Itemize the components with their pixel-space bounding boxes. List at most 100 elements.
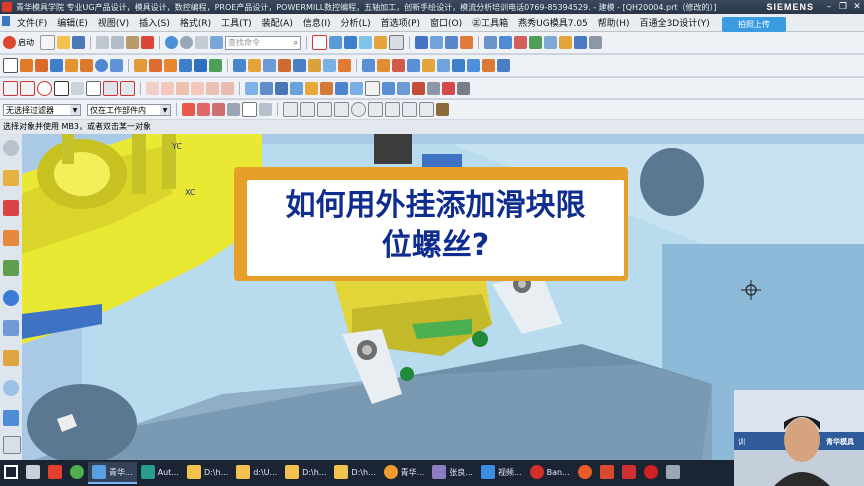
taskbar-item[interactable] [66, 462, 88, 484]
assembly-navigator-icon[interactable] [3, 170, 19, 186]
body-display-icon[interactable] [335, 81, 348, 95]
shaded-view-icon[interactable] [344, 36, 357, 49]
paste-icon[interactable] [126, 36, 139, 49]
taskbar-item[interactable] [596, 462, 618, 484]
rotate-icon[interactable] [445, 36, 458, 49]
measure-icon[interactable] [460, 36, 473, 49]
cut-icon[interactable] [96, 36, 109, 49]
datum-csys-icon[interactable] [275, 81, 288, 95]
taskbar-item[interactable]: d:\U... [232, 462, 281, 484]
sew-icon[interactable] [407, 59, 420, 72]
taskbar-item[interactable]: D:\h... [281, 462, 330, 484]
extrude-icon[interactable] [20, 59, 33, 72]
undo-icon[interactable] [165, 36, 178, 49]
web-browser-icon[interactable] [3, 290, 19, 306]
taskbar-item[interactable] [574, 462, 596, 484]
point-set-icon[interactable] [290, 81, 303, 95]
taskbar-item[interactable]: 视频... [477, 462, 526, 484]
snap-intersection-icon[interactable] [334, 102, 349, 117]
layer-settings-icon[interactable] [484, 36, 497, 49]
assembly-icon[interactable] [559, 36, 572, 49]
snap-point-icon[interactable] [385, 102, 400, 117]
select-all-icon[interactable] [197, 103, 210, 116]
show-hide-icon[interactable] [499, 36, 512, 49]
zoom-icon[interactable] [329, 36, 342, 49]
split-body-icon[interactable] [308, 59, 321, 72]
snap-quadrant-icon[interactable] [368, 102, 383, 117]
roles-icon[interactable] [3, 410, 19, 426]
snap-center-icon[interactable] [351, 102, 366, 117]
arc-icon[interactable] [20, 80, 35, 96]
settings-gear-icon[interactable] [3, 140, 19, 156]
taskbar-item[interactable]: Aut... [137, 462, 183, 484]
copy-icon[interactable] [111, 36, 124, 49]
thicken-icon[interactable] [422, 59, 435, 72]
slot-icon[interactable] [179, 59, 192, 72]
part-navigator-icon[interactable] [3, 230, 19, 246]
taskbar-item[interactable]: 青华... [88, 462, 137, 484]
menu-view[interactable]: 视图(V) [93, 16, 134, 29]
trim-curve-icon[interactable] [221, 81, 234, 95]
menu-insert[interactable]: 插入(S) [134, 16, 175, 29]
hole-icon[interactable] [110, 59, 123, 72]
shell-icon[interactable] [263, 59, 276, 72]
component-icon[interactable] [574, 36, 587, 49]
unite-icon[interactable] [209, 59, 222, 72]
taskbar-item[interactable] [44, 462, 66, 484]
annotation-icon[interactable] [457, 81, 470, 95]
revolve-icon[interactable] [35, 59, 48, 72]
taskbar-item[interactable]: D:\h... [183, 462, 232, 484]
spline-icon[interactable] [103, 80, 118, 96]
wcs-icon[interactable] [415, 36, 428, 49]
face-rule-icon[interactable] [259, 103, 272, 116]
cylinder-icon[interactable] [65, 59, 78, 72]
move-icon[interactable] [430, 36, 443, 49]
helix-icon[interactable] [120, 80, 135, 96]
delete-icon[interactable] [141, 36, 154, 49]
pad-icon[interactable] [164, 59, 177, 72]
menu-yanxiu[interactable]: 燕秀UG模具7.05 [513, 16, 593, 29]
fit-view-icon[interactable] [312, 35, 327, 50]
align-icon[interactable] [412, 81, 425, 95]
background-icon[interactable] [389, 35, 404, 50]
dimension-icon[interactable] [442, 81, 455, 95]
join-curve-icon[interactable] [206, 81, 219, 95]
curve-display-icon[interactable] [365, 80, 380, 96]
snap-off-icon[interactable] [436, 103, 449, 116]
repeat-icon[interactable] [195, 36, 208, 49]
menu-assembly[interactable]: 装配(A) [257, 16, 298, 29]
feature-select-icon[interactable] [227, 103, 240, 116]
process-studio-icon[interactable] [3, 380, 19, 396]
menu-help[interactable]: 帮助(H) [593, 16, 635, 29]
menu-toolbox[interactable]: ㊣工具箱 [467, 16, 513, 29]
boss-icon[interactable] [134, 59, 147, 72]
orient-view-icon[interactable] [374, 36, 387, 49]
snap-end-icon[interactable] [283, 102, 298, 117]
menu-analysis[interactable]: 分析(L) [336, 16, 376, 29]
menu-window[interactable]: 窗口(O) [425, 16, 467, 29]
reuse-library-icon[interactable] [3, 260, 19, 276]
render-style-icon[interactable] [359, 36, 372, 49]
minimize-icon[interactable]: – [822, 1, 836, 13]
scope-select[interactable]: 仅在工作部件内 ▼ [87, 103, 171, 116]
blank-icon[interactable] [529, 36, 542, 49]
menu-preferences[interactable]: 首选项(P) [376, 16, 425, 29]
edge-blend-icon[interactable] [233, 59, 246, 72]
taskbar-item[interactable]: Ban... [526, 462, 574, 484]
cone-icon[interactable] [80, 59, 93, 72]
through-curves-icon[interactable] [467, 59, 480, 72]
extract-curve-icon[interactable] [320, 81, 333, 95]
offset-face-icon[interactable] [362, 59, 375, 72]
rectangle-select-icon[interactable] [242, 102, 257, 117]
taskbar-item[interactable]: D:\h... [330, 462, 379, 484]
circle-icon[interactable] [37, 80, 52, 96]
groove-icon[interactable] [194, 59, 207, 72]
menu-edit[interactable]: 编辑(E) [52, 16, 93, 29]
pocket-icon[interactable] [149, 59, 162, 72]
delete-face-icon[interactable] [392, 59, 405, 72]
restore-icon[interactable]: ❐ [836, 1, 850, 13]
sketch-icon[interactable] [3, 58, 18, 73]
new-file-icon[interactable] [40, 35, 55, 50]
rectangle-icon[interactable] [54, 80, 69, 96]
type-filter-select[interactable]: 无选择过滤器 ▼ [3, 103, 81, 116]
